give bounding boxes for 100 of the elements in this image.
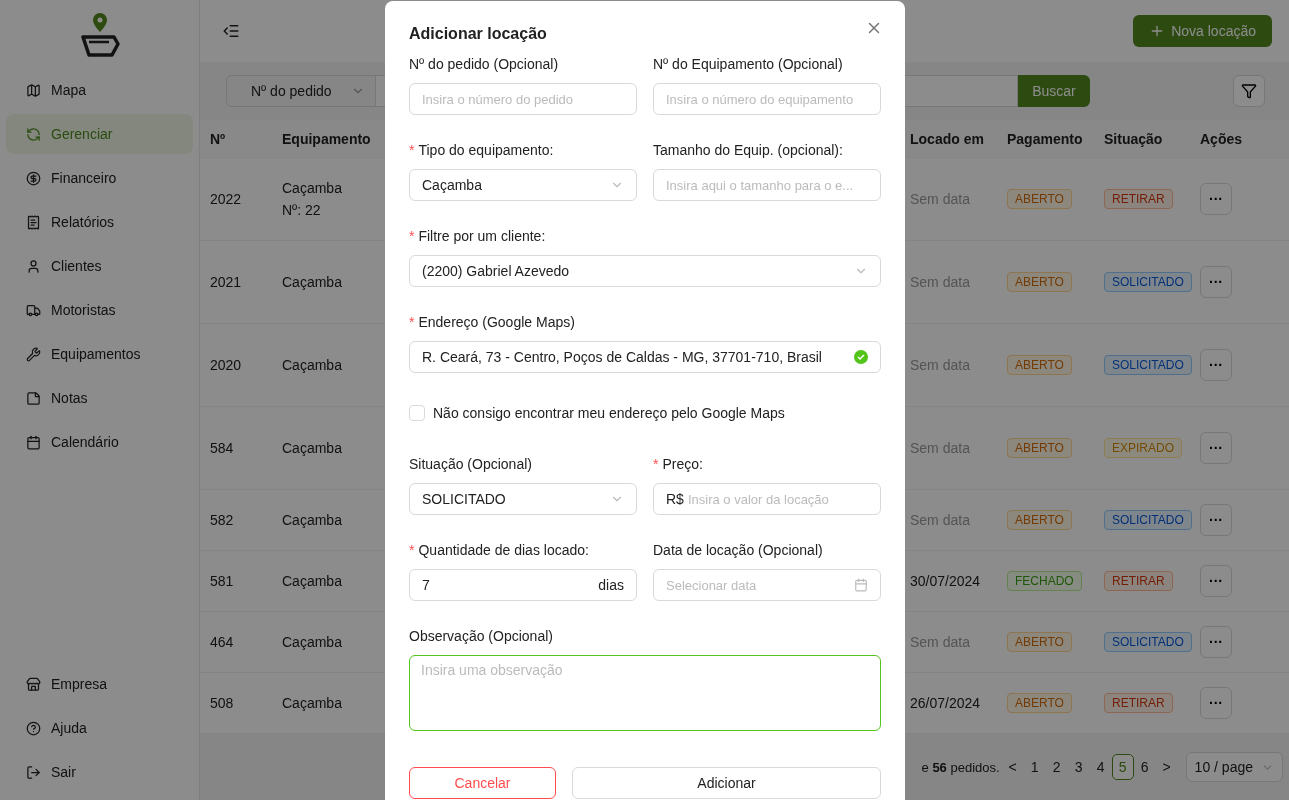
table-cell-text: Caçamba: [282, 511, 342, 530]
table-cell-text: Sem data: [909, 439, 971, 458]
table-cell-text: 2022: [209, 190, 243, 209]
sidebar-item[interactable]: Empresa: [6, 664, 193, 704]
more-button[interactable]: ···: [1200, 504, 1232, 536]
table-cell-text: 464: [209, 633, 235, 652]
more-button[interactable]: ···: [1200, 183, 1232, 215]
nav-icon: [26, 764, 41, 780]
select-field[interactable]: SOLICITADO: [409, 483, 637, 515]
select-field[interactable]: Caçamba: [409, 169, 637, 201]
nav-icon: [26, 390, 41, 406]
table-cell-text: 30/07/2024: [909, 572, 982, 591]
new-rental-button[interactable]: Nova locação: [1133, 15, 1272, 47]
page-button[interactable]: 1: [1023, 754, 1046, 780]
table-cell-text: Caçamba: [282, 572, 342, 591]
status-tag: SOLICITADO: [1104, 632, 1192, 652]
field-label: * Tipo do equipamento:: [409, 141, 555, 160]
field-label: * Filtre por um cliente:: [409, 227, 547, 246]
days-field[interactable]: 7 dias: [409, 569, 637, 601]
column-header: Ações: [1199, 130, 1244, 147]
nav-icon: [26, 434, 41, 450]
cancel-button[interactable]: Cancelar: [409, 767, 556, 799]
page-button[interactable]: 5: [1111, 754, 1134, 780]
price-field[interactable]: R$ Insira o valor da locação: [653, 483, 881, 515]
checkbox[interactable]: [409, 405, 425, 421]
field-label: * Endereço (Google Maps): [409, 313, 576, 332]
more-button[interactable]: ···: [1200, 626, 1232, 658]
filter-icon: [1241, 83, 1257, 99]
calendar-icon: [854, 578, 868, 592]
sidebar-item[interactable]: Financeiro: [6, 158, 193, 198]
table-cell-text: 2020: [209, 356, 243, 375]
price-input[interactable]: Insira o valor da locação: [687, 491, 868, 507]
sidebar-item[interactable]: Notas: [6, 378, 193, 418]
modal-title: Adicionar locação: [409, 24, 547, 44]
previous-page-button[interactable]: <: [1001, 754, 1024, 780]
page-button[interactable]: 4: [1089, 754, 1112, 780]
table-cell-text: Caçamba: [282, 439, 342, 458]
table-cell-text: Caçamba: [282, 694, 342, 713]
field-label: * Preço:: [653, 455, 704, 474]
nav-icon: [26, 346, 41, 362]
sidebar-item[interactable]: Ajuda: [6, 708, 193, 748]
status-tag: RETIRAR: [1104, 571, 1173, 591]
table-cell-text: Caçamba: [282, 356, 342, 375]
date-field[interactable]: Selecionar data: [653, 569, 881, 601]
date-input[interactable]: Selecionar data: [666, 577, 850, 593]
table-cell-text: 582: [209, 511, 235, 530]
table-cell-text: Sem data: [909, 190, 971, 209]
input-field[interactable]: Insira o número do equipamento: [653, 83, 881, 115]
field-label: Tamanho do Equip. (opcional):: [653, 141, 844, 160]
sidebar-item[interactable]: Calendário: [6, 422, 193, 462]
select-field[interactable]: (2200) Gabriel Azevedo: [409, 255, 881, 287]
more-button[interactable]: ···: [1200, 565, 1232, 597]
nav-icon: [26, 258, 41, 274]
table-cell-text: 508: [209, 694, 235, 713]
table-cell-text: Sem data: [909, 273, 971, 292]
status-tag: SOLICITADO: [1104, 272, 1192, 292]
status-tag: SOLICITADO: [1104, 510, 1192, 530]
menu-fold-icon[interactable]: [222, 22, 240, 40]
table-cell-text: 581: [209, 572, 235, 591]
page-button[interactable]: 6: [1133, 754, 1156, 780]
input-field[interactable]: Insira o número do pedido: [409, 83, 637, 115]
input-field[interactable]: Insira aqui o tamanho para o e...: [653, 169, 881, 201]
sidebar-item[interactable]: Motoristas: [6, 290, 193, 330]
search-button[interactable]: Buscar: [1018, 75, 1090, 107]
nav-icon: [26, 170, 41, 186]
more-button[interactable]: ···: [1200, 266, 1232, 298]
unit-suffix: dias: [598, 577, 624, 593]
nav-icon: [26, 214, 41, 230]
payment-tag: ABERTO: [1007, 438, 1072, 458]
more-button[interactable]: ···: [1200, 432, 1232, 464]
currency-prefix: R$: [666, 491, 684, 507]
next-page-button[interactable]: >: [1155, 754, 1178, 780]
sidebar-item[interactable]: Clientes: [6, 246, 193, 286]
more-button[interactable]: ···: [1200, 687, 1232, 719]
field-label: Nº do Equipamento (Opcional): [653, 55, 844, 74]
filter-button[interactable]: [1233, 75, 1265, 107]
table-cell-text: Nº: 22: [282, 201, 321, 220]
table-cell-text: Caçamba: [282, 633, 342, 652]
sidebar-item[interactable]: Sair: [6, 752, 193, 792]
page-size-select[interactable]: 10 / page: [1185, 752, 1283, 782]
add-button[interactable]: Adicionar: [572, 767, 881, 799]
sidebar-item[interactable]: Mapa: [6, 70, 193, 110]
table-cell-text: Sem data: [909, 356, 971, 375]
sidebar-item[interactable]: Equipamentos: [6, 334, 193, 374]
field-label: Observação (Opcional): [409, 627, 554, 646]
nav-icon: [26, 302, 41, 318]
page-button[interactable]: 3: [1067, 754, 1090, 780]
field-label: Nº do pedido (Opcional): [409, 55, 560, 74]
field-label: * Quantidade de dias locado:: [409, 541, 590, 560]
sidebar-item[interactable]: Relatórios: [6, 202, 193, 242]
column-header: Locado em: [909, 130, 985, 147]
address-field[interactable]: R. Ceará, 73 - Centro, Poços de Caldas - MG, 37701-710, Brasil: [409, 341, 881, 373]
table-cell-text: Sem data: [909, 633, 971, 652]
payment-tag: ABERTO: [1007, 693, 1072, 713]
search-by-select[interactable]: Nº do pedido: [226, 75, 376, 107]
nav-icon: [26, 676, 41, 692]
observation-field[interactable]: Insira uma observação: [409, 655, 881, 731]
payment-tag: ABERTO: [1007, 189, 1072, 209]
more-button[interactable]: ···: [1200, 349, 1232, 381]
page-button[interactable]: 2: [1045, 754, 1068, 780]
